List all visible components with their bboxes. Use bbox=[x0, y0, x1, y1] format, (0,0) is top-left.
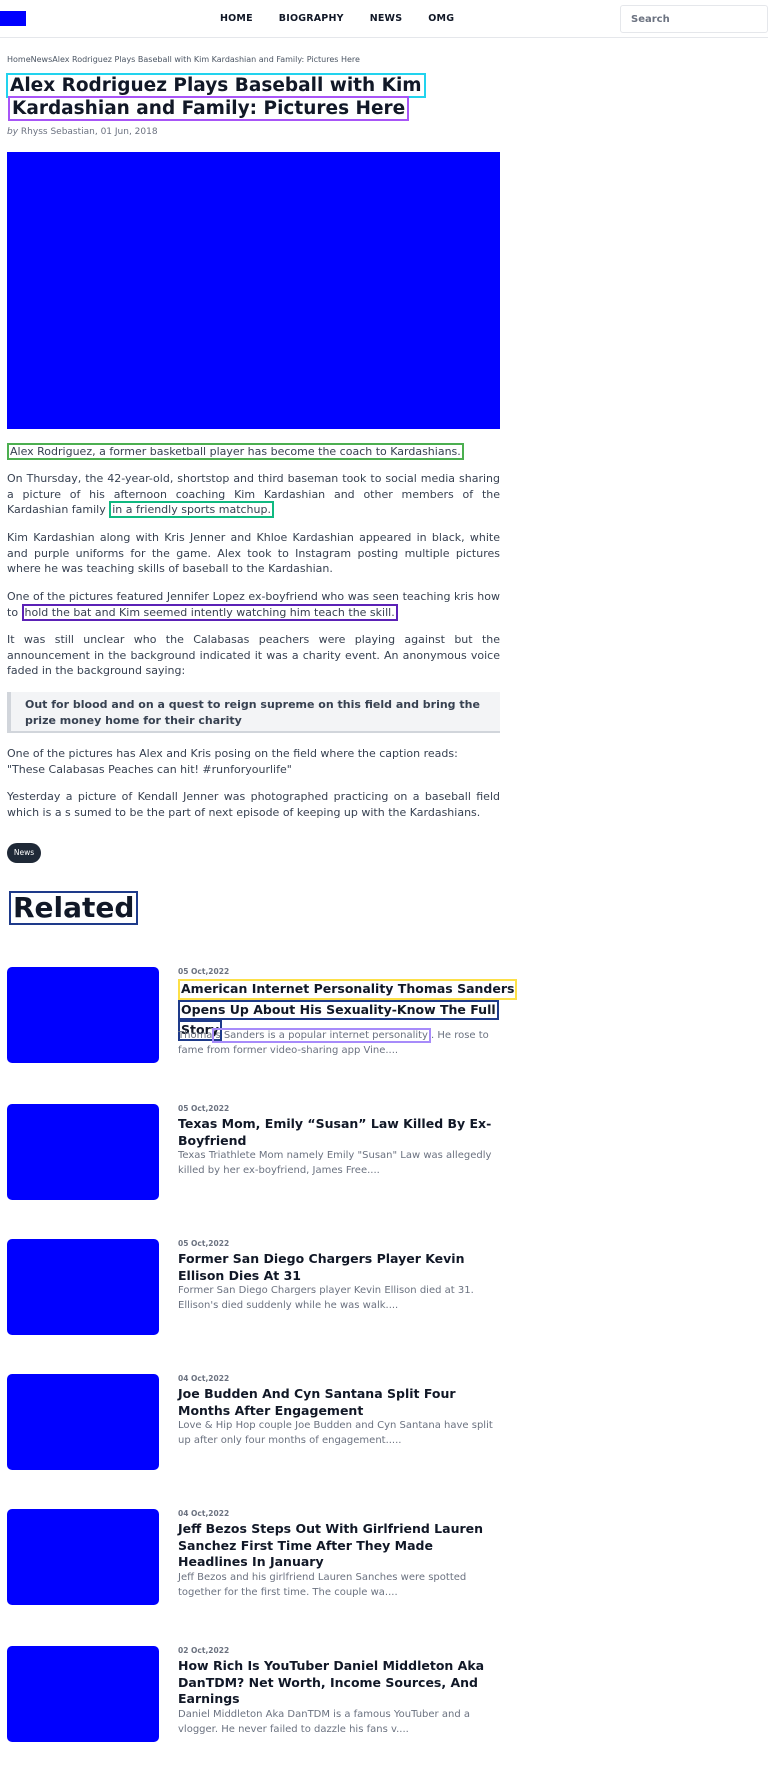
breadcrumb: HomeNewsAlex Rodriguez Plays Baseball wi… bbox=[7, 55, 360, 64]
article-paragraph-3: Kim Kardashian along with Kris Jenner an… bbox=[7, 531, 500, 575]
related-thumbnail[interactable] bbox=[7, 1239, 159, 1335]
related-card[interactable]: 05 Oct,2022 American Internet Personalit… bbox=[7, 967, 518, 1067]
related-title-line-1: American Internet Personality Thomas San… bbox=[178, 979, 518, 1000]
related-title[interactable]: How Rich Is YouTuber Daniel Middleton Ak… bbox=[178, 1658, 500, 1708]
article-paragraph-4: One of the pictures featured Jennifer Lo… bbox=[7, 589, 500, 621]
related-date: 05 Oct,2022 bbox=[178, 1239, 230, 1248]
related-card[interactable]: 02 Oct,2022 How Rich Is YouTuber Daniel … bbox=[7, 1646, 500, 1746]
article-blockquote: Out for blood and on a quest to reign su… bbox=[7, 692, 500, 733]
nav-news[interactable]: NEWS bbox=[370, 13, 403, 24]
related-title-line-2: Opens Up About His Sexuality-Know The Fu… bbox=[178, 999, 499, 1020]
paragraph-2-highlight: in a friendly sports matchup. bbox=[109, 501, 274, 518]
nav-biography[interactable]: BIOGRAPHY bbox=[279, 13, 344, 24]
paragraph-6-line-2: "These Calabasas Peaches can hit! #runfo… bbox=[7, 762, 292, 776]
breadcrumb-home[interactable]: Home bbox=[7, 55, 31, 64]
breadcrumb-news[interactable]: News bbox=[31, 55, 53, 64]
article-paragraph-6: One of the pictures has Alex and Kris po… bbox=[7, 746, 500, 777]
related-title[interactable]: Joe Budden And Cyn Santana Split Four Mo… bbox=[178, 1386, 500, 1419]
related-title[interactable]: Jeff Bezos Steps Out With Girlfriend Lau… bbox=[178, 1521, 500, 1571]
related-excerpt-a: Thoma bbox=[178, 1030, 213, 1041]
related-thumbnail[interactable] bbox=[7, 1374, 159, 1470]
paragraph-1-text: Alex Rodriguez, a former basketball play… bbox=[7, 443, 464, 460]
article-paragraph-2: On Thursday, the 42-year-old, shortstop … bbox=[7, 471, 500, 518]
article-paragraph-7: Yesterday a picture of Kendall Jenner wa… bbox=[7, 790, 500, 819]
related-date: 05 Oct,2022 bbox=[178, 967, 230, 976]
breadcrumb-current: Alex Rodriguez Plays Baseball with Kim K… bbox=[52, 55, 360, 64]
related-excerpt: Thoma s Sanders is a popular internet per… bbox=[178, 1028, 500, 1058]
paragraph-4-highlight: hold the bat and Kim seemed intently wat… bbox=[21, 603, 398, 621]
related-thumbnail[interactable] bbox=[7, 1509, 159, 1605]
related-title[interactable]: Texas Mom, Emily “Susan” Law Killed By E… bbox=[178, 1116, 500, 1149]
related-date: 02 Oct,2022 bbox=[178, 1646, 230, 1655]
related-excerpt: Former San Diego Chargers player Kevin E… bbox=[178, 1285, 474, 1311]
related-card[interactable]: 04 Oct,2022 Joe Budden And Cyn Santana S… bbox=[7, 1374, 500, 1474]
related-date: 05 Oct,2022 bbox=[178, 1104, 230, 1113]
related-excerpt: Love & Hip Hop couple Joe Budden and Cyn… bbox=[178, 1420, 493, 1446]
article-paragraph-1: Alex Rodriguez, a former basketball play… bbox=[7, 443, 500, 460]
nav-omg[interactable]: OMG bbox=[428, 13, 454, 24]
related-thumbnail[interactable] bbox=[7, 1104, 159, 1200]
article-paragraph-5: It was still unclear who the Calabasas p… bbox=[7, 633, 500, 677]
byline: by Rhyss Sebastian, 01 Jun, 2018 bbox=[7, 127, 158, 137]
related-excerpt: Texas Triathlete Mom namely Emily "Susan… bbox=[178, 1150, 492, 1176]
byline-by: by bbox=[7, 127, 19, 137]
related-card[interactable]: 05 Oct,2022 Former San Diego Chargers Pl… bbox=[7, 1239, 500, 1339]
article-title-line-2: Kardashian and Family: Pictures Here bbox=[8, 96, 410, 121]
related-heading: Related bbox=[9, 891, 139, 925]
article-title-line-1: Alex Rodriguez Plays Baseball with Kim bbox=[6, 73, 426, 98]
related-date: 04 Oct,2022 bbox=[178, 1374, 230, 1383]
hero-image bbox=[7, 152, 500, 429]
nav-home[interactable]: HOME bbox=[220, 13, 253, 24]
related-card[interactable]: 04 Oct,2022 Jeff Bezos Steps Out With Gi… bbox=[7, 1509, 500, 1609]
related-title[interactable]: Former San Diego Chargers Player Kevin E… bbox=[178, 1251, 500, 1284]
related-thumbnail[interactable] bbox=[7, 967, 159, 1063]
related-card[interactable]: 05 Oct,2022 Texas Mom, Emily “Susan” Law… bbox=[7, 1104, 500, 1204]
site-logo[interactable] bbox=[0, 11, 26, 26]
author-date: Rhyss Sebastian, 01 Jun, 2018 bbox=[20, 127, 158, 137]
related-excerpt: Jeff Bezos and his girlfriend Lauren San… bbox=[178, 1572, 467, 1598]
search-input[interactable] bbox=[620, 5, 768, 33]
related-excerpt-highlight: s Sanders is a popular internet personal… bbox=[212, 1028, 431, 1043]
main-nav: HOME BIOGRAPHY NEWS OMG bbox=[220, 13, 480, 24]
site-header: HOME BIOGRAPHY NEWS OMG bbox=[0, 0, 768, 38]
paragraph-6-line-1: One of the pictures has Alex and Kris po… bbox=[7, 747, 458, 760]
related-thumbnail[interactable] bbox=[7, 1646, 159, 1742]
related-date: 04 Oct,2022 bbox=[178, 1509, 230, 1518]
related-excerpt: Daniel Middleton Aka DanTDM is a famous … bbox=[178, 1709, 470, 1735]
tag-news[interactable]: News bbox=[7, 843, 41, 863]
